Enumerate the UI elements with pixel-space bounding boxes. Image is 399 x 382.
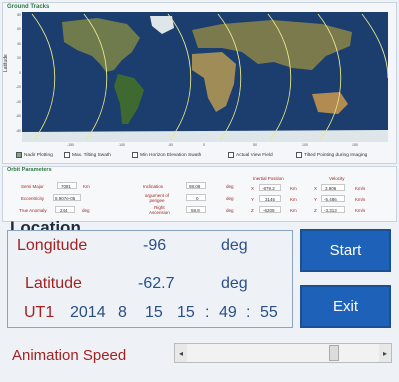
checkbox-label: Min Horizon Elevation Swath: [140, 152, 202, 158]
lon-tick: -100: [118, 143, 126, 147]
inclination-unit: deg: [226, 184, 234, 189]
ut1-day: 15: [145, 304, 163, 321]
world-map-view[interactable]: [22, 12, 388, 142]
location-title: Location: [10, 218, 81, 230]
arg-perigee-unit: deg: [226, 196, 234, 201]
slider-left-arrow-icon[interactable]: ◂: [175, 344, 187, 362]
velocity-y-unit: Km/s: [355, 197, 366, 202]
semi-major-unit: Km: [83, 184, 90, 189]
latitude-ticks: 80 60 40 20 0 -20 -40 -60 -80: [9, 12, 21, 142]
lat-tick: 40: [17, 42, 21, 46]
lat-tick: 60: [17, 27, 21, 31]
slider-thumb[interactable]: [328, 345, 339, 361]
ut1-second: 55: [260, 304, 278, 321]
lon-tick: 100: [302, 143, 308, 147]
lon-tick: -150: [67, 143, 75, 147]
velocity-x-unit: Km/s: [355, 186, 366, 191]
latitude-label: Latitude: [25, 275, 82, 292]
ut1-separator: :: [246, 304, 251, 321]
exit-button[interactable]: Exit: [300, 285, 391, 328]
ut1-year: 2014: [70, 304, 106, 321]
velocity-y-value: -5.486: [324, 197, 337, 202]
ut1-label: UT1: [24, 304, 55, 321]
ground-tracks-title: Ground Tracks: [7, 4, 50, 10]
inertial-z-value: -6209: [263, 208, 275, 213]
inclination-value: 98.08: [189, 184, 201, 189]
longitude-unit: deg: [221, 237, 248, 254]
orbit-parameters-panel: Orbit Parameters Semi Major 7081 Km Ecce…: [2, 166, 397, 222]
lat-tick: 20: [17, 56, 21, 60]
raan-label: Right Ascension: [149, 205, 170, 215]
ut1-hour: 15: [177, 304, 195, 321]
velocity-z-unit: Km/s: [355, 208, 366, 213]
raan-value: 58.8: [191, 208, 200, 213]
orbit-parameters-title: Orbit Parameters: [7, 167, 52, 173]
semi-major-value: 7081: [61, 184, 72, 189]
checkbox-label: Tilted Pointing during Imaging: [304, 152, 368, 158]
lat-tick: -20: [15, 85, 21, 89]
velocity-y-axis: Y: [314, 197, 318, 202]
inertial-y-unit: Km: [290, 197, 297, 202]
lon-tick: 50: [253, 143, 257, 147]
true-anomaly-unit: deg: [82, 208, 90, 213]
latitude-value: -62.7: [138, 275, 175, 292]
latitude-unit: deg: [221, 275, 248, 292]
velocity-x-axis: X: [314, 186, 318, 191]
eccentricity-value: 8.907e-05: [55, 196, 76, 201]
arg-perigee-value: 0: [196, 196, 199, 201]
animation-speed-label: Animation Speed: [12, 347, 127, 364]
checkbox-box[interactable]: [296, 152, 302, 158]
checkbox-max-tilting-swath[interactable]: Max. Tilting Swath: [64, 152, 111, 158]
longitude-value: -96: [143, 237, 167, 254]
inertial-x-unit: Km: [290, 186, 297, 191]
velocity-z-value: -3.313: [324, 208, 337, 213]
checkbox-box[interactable]: [16, 152, 22, 158]
inertial-position-label: Inertial Position: [253, 176, 284, 181]
slider-right-arrow-icon[interactable]: ▸: [379, 344, 391, 362]
antarctica-landmass: [22, 130, 388, 142]
checkbox-min-horizon-elevation-swath[interactable]: Min Horizon Elevation Swath: [132, 152, 201, 158]
inertial-z-unit: Km: [290, 208, 297, 213]
checkbox-actual-view-field[interactable]: Actual View Field: [228, 152, 273, 158]
arg-perigee-label: argument of perigee: [145, 193, 170, 203]
inertial-x-value: -879.2: [262, 186, 275, 191]
ut1-month: 8: [118, 304, 127, 321]
checkbox-tilted-pointing[interactable]: Tilted Pointing during Imaging: [296, 152, 367, 158]
lat-tick: 80: [17, 13, 21, 17]
velocity-z-axis: Z: [314, 208, 317, 213]
ut1-minute: 49: [219, 304, 237, 321]
checkbox-box[interactable]: [228, 152, 234, 158]
inertial-x-axis: X: [251, 186, 255, 191]
inertial-z-axis: Z: [251, 208, 254, 213]
start-button[interactable]: Start: [300, 229, 391, 272]
semi-major-label: Semi Major: [21, 184, 44, 189]
longitude-ticks: -150 -100 -50 0 50 100 150: [22, 143, 388, 149]
inertial-y-axis: Y: [251, 197, 255, 202]
lon-tick: -50: [168, 143, 174, 147]
true-anomaly-label: True Anomaly: [19, 208, 47, 213]
checkbox-label: Max. Tilting Swath: [72, 152, 111, 158]
eccentricity-label: Eccentricity: [21, 196, 45, 201]
velocity-label: Velocity: [329, 176, 345, 181]
animation-speed-slider[interactable]: ◂ ▸: [174, 343, 392, 363]
checkbox-label: Actual View Field: [236, 152, 273, 158]
longitude-label: Longitude: [17, 237, 88, 254]
lat-tick: -80: [15, 129, 21, 133]
inertial-y-value: 3146: [265, 197, 276, 202]
ut1-separator: :: [205, 304, 210, 321]
checkbox-label: Nadir Plotting: [24, 152, 53, 158]
true-anomaly-value: 244: [60, 208, 68, 213]
lat-tick: 0: [19, 71, 21, 75]
lon-tick: 150: [352, 143, 358, 147]
checkbox-box[interactable]: [64, 152, 70, 158]
checkbox-nadir-plotting[interactable]: Nadir Plotting: [16, 152, 53, 158]
velocity-x-value: 3.906: [325, 186, 337, 191]
lat-tick: -60: [15, 114, 21, 118]
raan-unit: deg: [226, 208, 234, 213]
lon-tick: 0: [203, 143, 205, 147]
inclination-label: Inclination: [143, 184, 164, 189]
lat-tick: -40: [15, 100, 21, 104]
checkbox-box[interactable]: [132, 152, 138, 158]
